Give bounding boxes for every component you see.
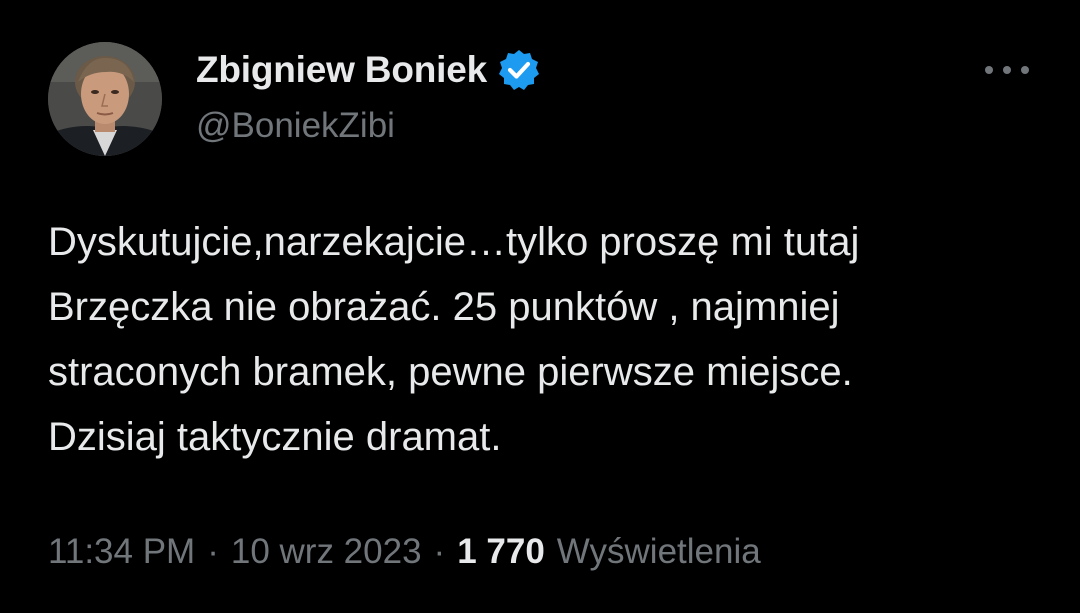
tweet-text-line: Dzisiaj taktycznie dramat. [48, 415, 502, 459]
tweet-text: Dyskutujcie,narzekajcie…tylko proszę mi … [48, 210, 1048, 470]
author-display-name[interactable]: Zbigniew Boniek [196, 49, 487, 91]
author-name-row[interactable]: Zbigniew Boniek [196, 48, 541, 92]
meta-separator: · [433, 532, 446, 571]
more-dot [1003, 66, 1011, 74]
avatar-photo [48, 42, 162, 156]
views-count[interactable]: 1 770 [457, 532, 545, 572]
tweet-time[interactable]: 11:34 PM [48, 532, 195, 572]
verified-badge-icon [497, 48, 541, 92]
more-dot [1021, 66, 1029, 74]
meta-separator: · [207, 532, 219, 571]
tweet-text-line: Dyskutujcie,narzekajcie…tylko proszę mi … [48, 220, 860, 264]
tweet: Zbigniew Boniek @BoniekZibi Dyskutujcie,… [0, 0, 1080, 613]
views-label[interactable]: Wyświetlenia [557, 532, 761, 572]
more-dot [985, 66, 993, 74]
tweet-text-line: straconych bramek, pewne pierwsze miejsc… [48, 350, 853, 394]
tweet-meta: 11:34 PM · 10 wrz 2023 · 1 770 Wyświetle… [48, 532, 761, 572]
tweet-text-line: Brzęczka nie obrażać. 25 punktów , najmn… [48, 285, 840, 329]
author-handle[interactable]: @BoniekZibi [196, 106, 395, 146]
avatar[interactable] [48, 42, 162, 156]
tweet-date[interactable]: 10 wrz 2023 [231, 532, 422, 572]
more-options-icon[interactable] [985, 58, 1029, 82]
